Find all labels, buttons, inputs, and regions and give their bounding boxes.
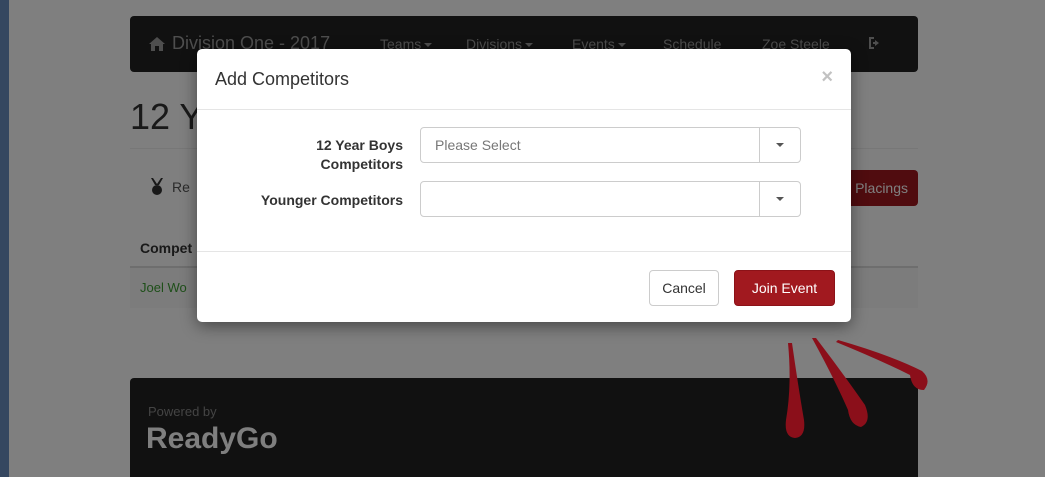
annotation-stroke <box>785 343 805 438</box>
annotation-marks <box>785 338 928 438</box>
annotation-stroke <box>836 340 928 390</box>
